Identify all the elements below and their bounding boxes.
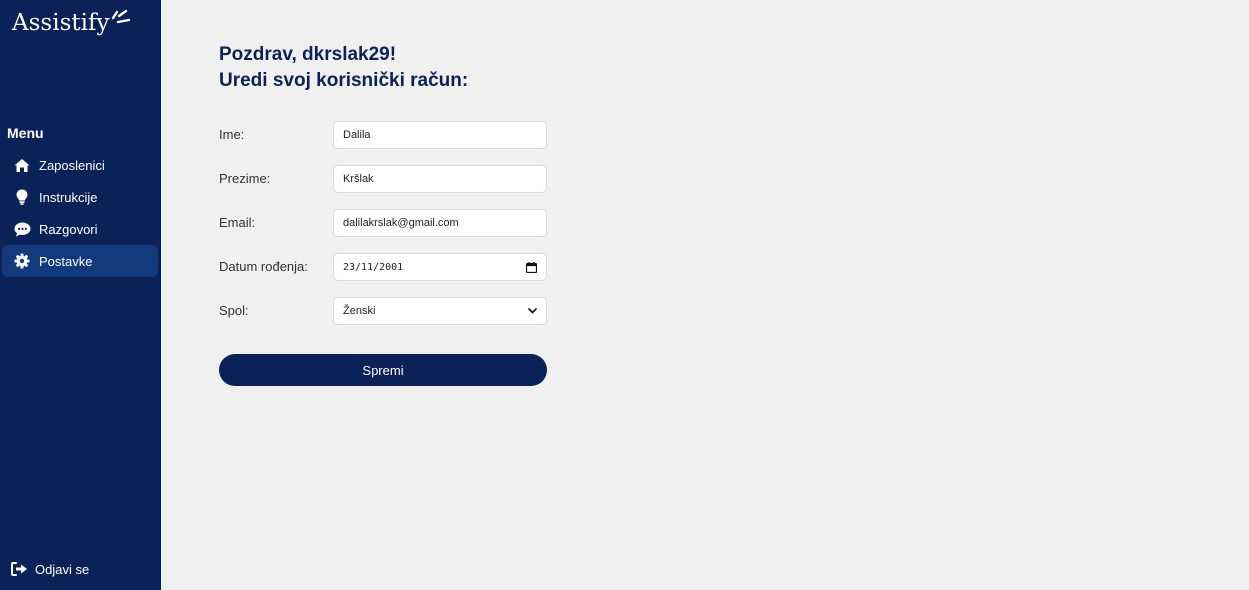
form-row-birth-date: Datum rođenja: 23/11/2001 — [219, 253, 547, 281]
chevron-down-icon — [528, 308, 537, 314]
last-name-input[interactable]: Kršlak — [333, 165, 547, 193]
gender-label: Spol: — [219, 303, 249, 318]
logout-button[interactable]: Odjavi se — [10, 560, 89, 578]
sidebar-item-label: Razgovori — [39, 221, 98, 237]
sidebar-item-razgovori[interactable]: Razgovori — [2, 213, 158, 245]
save-button[interactable]: Spremi — [219, 354, 547, 386]
email-label: Email: — [219, 215, 256, 230]
page-title: Pozdrav, dkrslak29! Uredi svoj korisničk… — [219, 42, 468, 94]
birth-date-label: Datum rođenja: — [219, 259, 308, 274]
birth-date-value: 23/11/2001 — [343, 261, 404, 273]
app-logo[interactable]: Assistify — [12, 9, 132, 36]
sidebar-item-zaposlenici[interactable]: Zaposlenici — [2, 149, 158, 181]
chat-icon — [13, 220, 31, 238]
calendar-icon[interactable] — [526, 261, 537, 273]
first-name-label: Ime: — [219, 127, 245, 142]
birth-date-input[interactable]: 23/11/2001 — [333, 253, 547, 281]
sidebar-nav: Zaposlenici Instrukcije Razgovori Postav… — [2, 149, 158, 277]
last-name-value: Kršlak — [343, 173, 374, 185]
gear-icon — [13, 252, 31, 270]
form-row-last-name: Prezime: Kršlak — [219, 165, 547, 193]
sparkle-icon — [112, 9, 131, 24]
sidebar: Assistify Menu Zaposlenici Instrukcije R… — [0, 0, 161, 590]
first-name-input[interactable]: Dalila — [333, 121, 547, 149]
sidebar-item-postavke[interactable]: Postavke — [2, 245, 158, 277]
sidebar-item-label: Instrukcije — [39, 189, 98, 205]
first-name-value: Dalila — [343, 129, 371, 141]
gender-select[interactable]: Ženski — [333, 297, 547, 325]
home-icon — [13, 156, 31, 174]
account-form: Ime: Dalila Prezime: Kršlak Email: dalil… — [219, 121, 547, 386]
logo-text: Assistify — [12, 10, 110, 36]
greeting-line: Pozdrav, dkrslak29! — [219, 44, 397, 65]
sidebar-item-label: Postavke — [39, 253, 93, 269]
menu-title: Menu — [7, 125, 44, 141]
email-input[interactable]: dalilakrslak@gmail.com — [333, 209, 547, 237]
gender-value: Ženski — [343, 305, 376, 317]
lightbulb-icon — [13, 188, 31, 206]
subtitle-line: Uredi svoj korisnički račun: — [219, 70, 469, 91]
form-row-first-name: Ime: Dalila — [219, 121, 547, 149]
sidebar-item-instrukcije[interactable]: Instrukcije — [2, 181, 158, 213]
email-value: dalilakrslak@gmail.com — [343, 217, 459, 229]
form-row-email: Email: dalilakrslak@gmail.com — [219, 209, 547, 237]
logout-icon — [10, 560, 28, 578]
form-row-gender: Spol: Ženski — [219, 297, 547, 325]
logout-label: Odjavi se — [35, 561, 90, 577]
last-name-label: Prezime: — [219, 171, 271, 186]
main-content: Pozdrav, dkrslak29! Uredi svoj korisničk… — [219, 42, 547, 386]
sidebar-item-label: Zaposlenici — [39, 157, 105, 173]
